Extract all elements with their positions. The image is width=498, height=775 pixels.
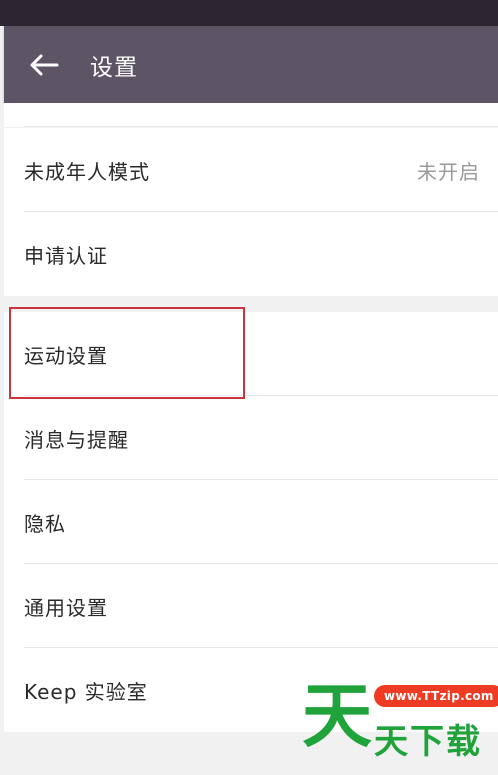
privacy-label: 隐私: [24, 511, 66, 536]
minor-mode-status: 未开启: [417, 159, 480, 184]
apply-verification-label: 申请认证: [24, 243, 108, 268]
settings-group-account: 未成年人模式 未开启 申请认证: [4, 128, 498, 296]
settings-group-general: 运动设置 消息与提醒 隐私 通用设置 Keep 实验室: [4, 312, 498, 732]
general-settings-row[interactable]: 通用设置: [4, 564, 498, 648]
page-title: 设置: [90, 54, 138, 81]
back-button[interactable]: [20, 41, 68, 89]
general-settings-label: 通用设置: [24, 595, 108, 620]
arrow-left-icon: [30, 54, 59, 75]
notifications-row[interactable]: 消息与提醒: [4, 396, 498, 480]
privacy-row[interactable]: 隐私: [4, 480, 498, 564]
sport-settings-label: 运动设置: [24, 343, 108, 368]
apply-verification-row[interactable]: 申请认证: [4, 212, 498, 296]
divider: [24, 126, 498, 127]
keep-lab-label: Keep 实验室: [24, 679, 148, 704]
bottom-gap: [4, 733, 254, 751]
sport-settings-row[interactable]: 运动设置: [4, 312, 498, 396]
minor-mode-label: 未成年人模式: [24, 159, 150, 184]
site-watermark: 天 www.TTzip.com 天下载: [302, 675, 498, 762]
minor-mode-row[interactable]: 未成年人模式 未开启: [4, 128, 498, 212]
watermark-big-char: 天: [302, 675, 372, 757]
status-bar: [0, 0, 498, 26]
watermark-text: 天下载: [374, 722, 482, 762]
notifications-label: 消息与提醒: [24, 427, 129, 452]
watermark-url-badge: www.TTzip.com: [374, 685, 498, 707]
previous-row-tail: [4, 103, 498, 127]
top-app-bar: 设置: [4, 26, 498, 103]
